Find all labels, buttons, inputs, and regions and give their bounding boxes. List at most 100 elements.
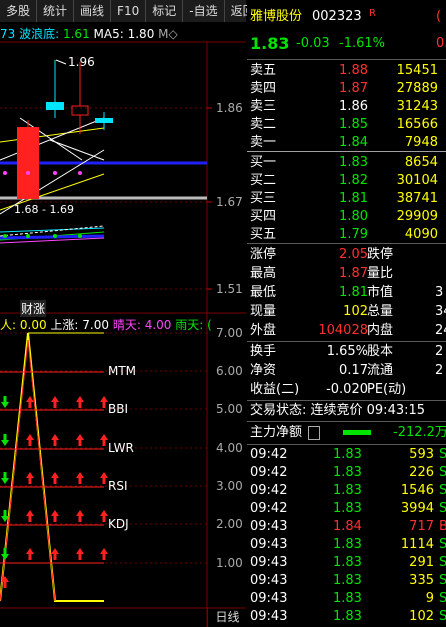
- ind-fragment: 73: [0, 27, 16, 41]
- bid-price: 1.79: [339, 227, 368, 242]
- sub-frag: 人:: [0, 318, 17, 332]
- tick-direction: S: [439, 609, 446, 624]
- stat-label-2: 量比: [367, 266, 394, 281]
- top-toolbar: 多股 统计 画线 F10 标记 -自选 返回: [0, 0, 262, 22]
- sunny-label: 晴天:: [112, 318, 141, 332]
- divider: [247, 243, 446, 244]
- bid-volume: 38741: [396, 191, 438, 206]
- ask-volume: 7948: [404, 135, 438, 150]
- flow-toggle-icon[interactable]: [308, 426, 320, 440]
- price-summary: 1.83 -0.03 -1.61% 0.: [247, 33, 446, 55]
- up-arrow-icon: [51, 472, 59, 484]
- indicator-kdj[interactable]: KDJ: [108, 517, 129, 531]
- fin-row: 收益(二) -0.020 PE(动): [247, 380, 446, 400]
- bid-label: 买三: [250, 191, 277, 206]
- ask-volume: 16566: [396, 117, 438, 132]
- bid-row: 买五 1.79 4090: [247, 225, 446, 245]
- up-arrow-icon: [76, 472, 84, 484]
- up-arrow-icon: [100, 510, 108, 522]
- up-arrow-icon: [76, 396, 84, 408]
- down-arrow-icon: [1, 510, 9, 522]
- remove-watchlist-button[interactable]: -自选: [183, 0, 225, 22]
- draw-line-button[interactable]: 画线: [74, 0, 112, 22]
- sub-axis-label: 3.00: [216, 479, 243, 493]
- stat-value: 2.05: [339, 247, 368, 262]
- indicator-mtm[interactable]: MTM: [108, 364, 136, 378]
- trade-status: 交易状态: 连续竞价 09:43:15: [247, 401, 446, 421]
- ask-price: 1.87: [339, 81, 368, 96]
- fin-row: 换手 1.65% 股本 2: [247, 342, 446, 362]
- mark-button[interactable]: 标记: [146, 0, 184, 22]
- bid-price: 1.82: [339, 173, 368, 188]
- tick-row: 09:42 1.83 1546 S: [247, 481, 446, 501]
- main-flow-row[interactable]: 主力净额 -212.2万: [247, 423, 446, 443]
- tick-price: 1.83: [333, 555, 362, 570]
- fin-value: 0.17: [339, 363, 368, 378]
- tick-time: 09:43: [250, 555, 288, 570]
- statistics-button[interactable]: 统计: [37, 0, 75, 22]
- sub-axis-label: 7.00: [216, 326, 243, 340]
- multi-stock-button[interactable]: 多股: [0, 0, 38, 22]
- up-arrow-icon: [51, 548, 59, 560]
- stat-row: 最高 1.87 量比: [247, 264, 446, 284]
- bid-price: 1.81: [339, 191, 368, 206]
- up-arrow-icon: [26, 396, 34, 408]
- indicator-rsi[interactable]: RSI: [108, 479, 128, 493]
- kline-chart-area[interactable]: 73 波浪底: 1.61 MA5: 1.80 M◇ 1.86 1.67 1.51…: [0, 22, 246, 627]
- sub-axis-label: 1.00: [216, 556, 243, 570]
- tick-direction: B: [439, 519, 446, 534]
- ask-price: 1.88: [339, 63, 368, 78]
- up-arrow-icon: [51, 396, 59, 408]
- indicator-bbi[interactable]: BBI: [108, 402, 128, 416]
- stat-label: 最高: [250, 266, 277, 281]
- stat-value-2: 24: [435, 323, 446, 338]
- bid-volume: 8654: [404, 155, 438, 170]
- signal-arrows: [0, 372, 110, 592]
- tick-price: 1.83: [333, 483, 362, 498]
- tick-price: 1.83: [333, 609, 362, 624]
- tick-row: 09:43 1.83 102 S: [247, 607, 446, 627]
- tick-volume: 335: [409, 573, 434, 588]
- up-arrow-icon: [100, 434, 108, 446]
- fin-value-2: 2: [435, 363, 444, 378]
- tick-direction: S: [439, 555, 446, 570]
- f10-button[interactable]: F10: [111, 0, 147, 22]
- tick-row: 09:43 1.83 291 S: [247, 553, 446, 573]
- up-arrow-icon: [26, 548, 34, 560]
- main-flow-label: 主力净额: [250, 425, 303, 440]
- stat-label-2: 市值: [367, 285, 394, 300]
- price-change-pct: -1.61%: [339, 36, 385, 51]
- fin-value: -0.020: [326, 382, 368, 397]
- tick-price: 1.84: [333, 519, 362, 534]
- bid-price: 1.83: [339, 155, 368, 170]
- fin-label: 收益(二): [250, 382, 300, 397]
- bid-label: 买四: [250, 209, 277, 224]
- tick-time: 09:42: [250, 447, 288, 462]
- tick-direction: S: [439, 447, 446, 462]
- tick-volume: 3994: [400, 501, 434, 516]
- fin-label: 换手: [250, 344, 277, 359]
- tick-time: 09:43: [250, 609, 288, 624]
- fin-value-2: 2: [435, 344, 444, 359]
- fin-label-2: 股本: [367, 344, 394, 359]
- down-arrow-icon: [1, 434, 9, 446]
- ask-label: 卖二: [250, 117, 277, 132]
- indicator-lwr[interactable]: LWR: [108, 441, 134, 455]
- period-daily-button[interactable]: 日线: [207, 608, 247, 627]
- tick-row: 09:43 1.83 1114 S: [247, 535, 446, 555]
- news-tag[interactable]: 财涨: [20, 300, 47, 317]
- bid-row: 买三 1.81 38741: [247, 189, 446, 209]
- stat-row: 现量 102总量 34: [247, 302, 446, 322]
- ask-row: 卖一 1.84 7948: [247, 133, 446, 153]
- indicator-readout: 73 波浪底: 1.61 MA5: 1.80 M◇: [0, 25, 178, 42]
- up-arrow-icon: [26, 434, 34, 446]
- sub-axis-label: 2.00: [216, 517, 243, 531]
- trade-status-text: 交易状态: 连续竞价 09:43:15: [250, 403, 426, 418]
- tick-time: 09:43: [250, 573, 288, 588]
- main-flow-value: -212.2万: [393, 425, 446, 440]
- stat-label-2: 总量: [367, 304, 394, 319]
- stat-label: 涨停: [250, 247, 277, 262]
- tick-direction: S: [439, 573, 446, 588]
- tick-volume: 9: [425, 591, 434, 606]
- high-price-label: 1.96: [68, 55, 95, 69]
